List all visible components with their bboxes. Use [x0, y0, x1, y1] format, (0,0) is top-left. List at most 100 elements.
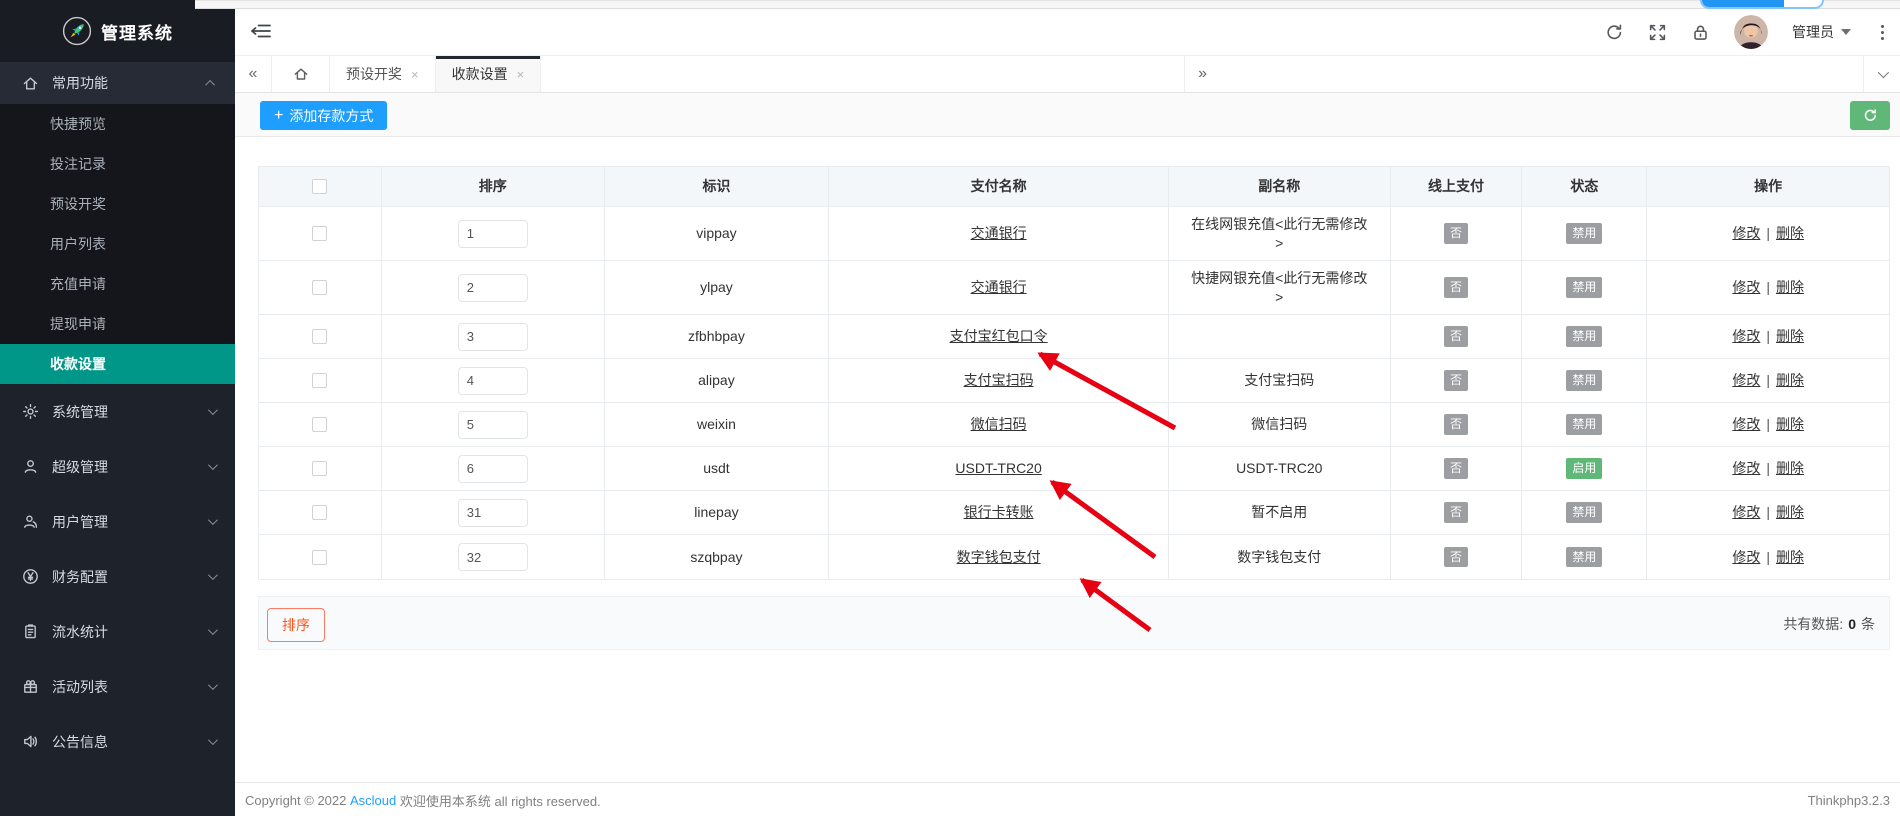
action-separator: |: [1766, 503, 1770, 522]
pay-name-link[interactable]: 支付宝红包口令: [950, 327, 1048, 346]
delete-link[interactable]: 删除: [1776, 548, 1804, 567]
tabs-menu-icon[interactable]: [1863, 56, 1900, 92]
row-checkbox[interactable]: [312, 550, 327, 565]
add-deposit-method-button[interactable]: + 添加存款方式: [260, 101, 387, 130]
pay-name-link[interactable]: 微信扫码: [971, 415, 1027, 434]
sidebar-subitem-label: 快捷预览: [50, 114, 106, 134]
tab-1[interactable]: 收款设置×: [436, 56, 542, 92]
edit-link[interactable]: 修改: [1732, 415, 1760, 434]
browser-artifact: [1700, 0, 1824, 9]
pay-name-cell: 交通银行: [829, 207, 1169, 260]
pay-name-link[interactable]: USDT-TRC20: [955, 459, 1041, 478]
sidebar-section-6[interactable]: 活动列表: [0, 659, 235, 714]
edit-link[interactable]: 修改: [1732, 371, 1760, 390]
sidebar-subitem-4[interactable]: 充值申请: [0, 264, 235, 304]
row-checkbox[interactable]: [312, 373, 327, 388]
actions-cell: 修改|删除: [1647, 535, 1889, 579]
row-checkbox[interactable]: [312, 505, 327, 520]
ascloud-link[interactable]: Ascloud: [350, 793, 396, 808]
column-header-1: 标识: [605, 167, 830, 206]
sidebar-subitem-0[interactable]: 快捷预览: [0, 104, 235, 144]
sidebar-section-4[interactable]: 财务配置: [0, 549, 235, 604]
refresh-icon[interactable]: [1605, 23, 1624, 42]
delete-link[interactable]: 删除: [1776, 503, 1804, 522]
delete-link[interactable]: 删除: [1776, 278, 1804, 297]
sidebar-parents: 系统管理超级管理用户管理财务配置流水统计活动列表公告信息: [0, 384, 235, 769]
pay-name-link[interactable]: 数字钱包支付: [957, 548, 1041, 567]
tab-home[interactable]: [272, 56, 330, 92]
close-icon[interactable]: ×: [517, 67, 525, 82]
sidebar-subitem-3[interactable]: 用户列表: [0, 224, 235, 264]
pay-name-link[interactable]: 银行卡转账: [964, 503, 1034, 522]
sort-input[interactable]: [458, 411, 528, 439]
delete-link[interactable]: 删除: [1776, 459, 1804, 478]
online-pay-cell: 否: [1391, 403, 1523, 446]
delete-link[interactable]: 删除: [1776, 415, 1804, 434]
sidebar-fold-icon[interactable]: [250, 22, 272, 42]
sort-input[interactable]: [458, 274, 528, 302]
sidebar-subitem-2[interactable]: 预设开奖: [0, 184, 235, 224]
sidebar-section-5[interactable]: 流水统计: [0, 604, 235, 659]
status-cell: 禁用: [1522, 535, 1647, 579]
row-checkbox[interactable]: [312, 461, 327, 476]
checkbox-cell: [259, 261, 382, 314]
row-checkbox[interactable]: [312, 280, 327, 295]
sort-button[interactable]: 排序: [267, 608, 325, 642]
status-cell: 禁用: [1522, 261, 1647, 314]
delete-link[interactable]: 删除: [1776, 327, 1804, 346]
table-row: szqbpay数字钱包支付数字钱包支付否禁用修改|删除: [259, 535, 1889, 579]
pay-name-link[interactable]: 交通银行: [971, 278, 1027, 297]
subname-cell: 微信扫码: [1169, 403, 1391, 446]
sidebar-subitem-6[interactable]: 收款设置: [0, 344, 235, 384]
sort-input[interactable]: [458, 367, 528, 395]
checkbox-cell: [259, 535, 382, 579]
sort-input[interactable]: [458, 543, 528, 571]
pay-name-link[interactable]: 支付宝扫码: [964, 371, 1034, 390]
sort-input[interactable]: [458, 455, 528, 483]
lock-icon[interactable]: [1691, 23, 1710, 42]
sidebar-section-2[interactable]: 超级管理: [0, 439, 235, 494]
user-menu[interactable]: 管理员: [1792, 22, 1851, 42]
select-all-checkbox[interactable]: [312, 179, 327, 194]
edit-link[interactable]: 修改: [1732, 459, 1760, 478]
sidebar-subitem-5[interactable]: 提现申请: [0, 304, 235, 344]
sort-input[interactable]: [458, 499, 528, 527]
sidebar-subitem-1[interactable]: 投注记录: [0, 144, 235, 184]
delete-link[interactable]: 删除: [1776, 371, 1804, 390]
edit-link[interactable]: 修改: [1732, 327, 1760, 346]
delete-link[interactable]: 删除: [1776, 224, 1804, 243]
sort-input[interactable]: [458, 323, 528, 351]
tabs-scroll-right[interactable]: »: [1184, 56, 1221, 92]
sidebar-section-1[interactable]: 系统管理: [0, 384, 235, 439]
row-checkbox[interactable]: [312, 417, 327, 432]
online-pay-cell: 否: [1391, 491, 1523, 534]
pay-name-cell: 银行卡转账: [829, 491, 1169, 534]
sidebar-section-7[interactable]: 公告信息: [0, 714, 235, 769]
pay-name-cell: 交通银行: [829, 261, 1169, 314]
home-icon: [293, 66, 309, 82]
status-badge: 禁用: [1566, 326, 1602, 346]
row-checkbox[interactable]: [312, 226, 327, 241]
user-avatar[interactable]: [1734, 15, 1768, 49]
pay-name-link[interactable]: 交通银行: [971, 224, 1027, 243]
sidebar-section-3[interactable]: 用户管理: [0, 494, 235, 549]
row-checkbox[interactable]: [312, 329, 327, 344]
sort-input[interactable]: [458, 220, 528, 248]
sidebar-section-common[interactable]: 常用功能: [0, 62, 235, 104]
edit-link[interactable]: 修改: [1732, 548, 1760, 567]
table-refresh-button[interactable]: [1850, 101, 1890, 130]
column-header-0: 排序: [382, 167, 605, 206]
edit-link[interactable]: 修改: [1732, 224, 1760, 243]
status-badge: 禁用: [1566, 502, 1602, 522]
sidebar-section-label: 常用功能: [52, 73, 208, 93]
pay-name-cell: USDT-TRC20: [829, 447, 1169, 490]
sidebar: 管理系统 常用功能 快捷预览投注记录预设开奖用户列表充值申请提现申请收款设置 系…: [0, 0, 235, 816]
close-icon[interactable]: ×: [411, 67, 419, 82]
tab-0[interactable]: 预设开奖×: [330, 56, 436, 92]
edit-link[interactable]: 修改: [1732, 278, 1760, 297]
header-bar: 管理员: [235, 9, 1900, 55]
tabs-scroll-left[interactable]: «: [235, 56, 272, 92]
fullscreen-icon[interactable]: [1648, 23, 1667, 42]
edit-link[interactable]: 修改: [1732, 503, 1760, 522]
more-menu-icon[interactable]: [1875, 23, 1890, 42]
